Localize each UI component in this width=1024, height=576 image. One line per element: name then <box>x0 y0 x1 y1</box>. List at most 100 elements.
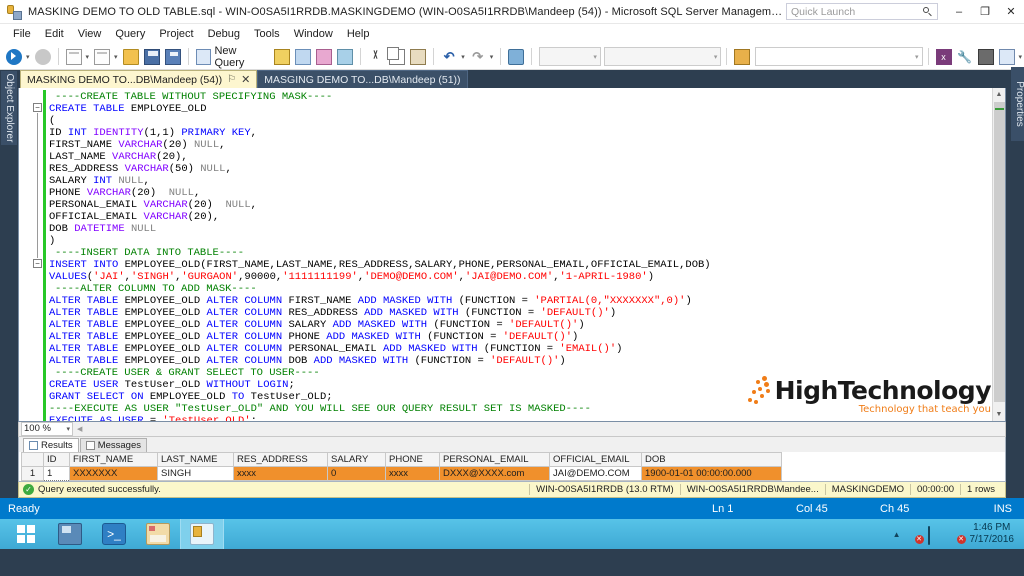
table-cell[interactable]: 1 <box>43 465 70 481</box>
available-databases-combo[interactable]: ▾ <box>603 47 722 66</box>
analysis-services-mdx-button[interactable] <box>293 46 313 68</box>
masked-cell[interactable]: DXXX@XXXX.com <box>439 465 550 481</box>
masked-cell[interactable]: 0 <box>327 465 386 481</box>
start-button[interactable] <box>4 519 48 549</box>
toolbox-button[interactable] <box>976 46 996 68</box>
sql-editor-pane[interactable]: − − ----CREATE TABLE WITHOUT SPECIFYING … <box>18 88 1006 422</box>
menu-item-project[interactable]: Project <box>152 25 200 43</box>
save-button[interactable] <box>142 46 162 68</box>
copy-button[interactable] <box>387 46 407 68</box>
properties-tab-label[interactable]: Properties <box>1011 67 1024 141</box>
scrollbar-thumb[interactable] <box>994 102 1005 402</box>
window-layout-button[interactable]: ▾ <box>997 46 1024 68</box>
column-header[interactable]: FIRST_NAME <box>69 451 158 467</box>
menu-item-query[interactable]: Query <box>108 25 152 43</box>
column-header[interactable]: LAST_NAME <box>157 451 234 467</box>
masked-cell[interactable]: XXXXXXX <box>69 465 158 481</box>
editor-vertical-scrollbar[interactable]: ▲ ▼ <box>992 88 1005 421</box>
menu-item-tools[interactable]: Tools <box>247 25 287 43</box>
table-cell[interactable]: JAI@DEMO.COM <box>549 465 642 481</box>
scroll-up-icon[interactable]: ▲ <box>993 88 1005 101</box>
tab-messages[interactable]: Messages <box>79 437 147 452</box>
table-row[interactable]: 1 1 XXXXXXX SINGH xxxx 0 xxxx DXXX@XXXX.com JAI@… <box>21 465 782 481</box>
navigate-forward-button[interactable] <box>33 46 53 68</box>
column-header[interactable]: PHONE <box>385 451 440 467</box>
menu-item-edit[interactable]: Edit <box>38 25 71 43</box>
masked-cell[interactable]: xxxx <box>385 465 440 481</box>
editor-outline-column[interactable]: − − <box>31 88 43 421</box>
pin-icon[interactable]: ⚐ <box>227 74 236 85</box>
taskbar-item-file-explorer[interactable] <box>136 519 180 549</box>
close-button[interactable]: ✕ <box>998 1 1024 23</box>
row-select-header[interactable] <box>21 451 44 467</box>
column-header[interactable]: ID <box>43 451 70 467</box>
new-item-icon <box>94 48 111 65</box>
menu-item-help[interactable]: Help <box>340 25 377 43</box>
scroll-down-icon[interactable]: ▼ <box>993 407 1005 421</box>
window-controls: – ❐ ✕ <box>946 1 1024 23</box>
new-item-button[interactable]: ▾ <box>92 46 120 68</box>
properties-dock[interactable]: Properties <box>1006 67 1024 498</box>
taskbar-clock[interactable]: 1:46 PM 7/17/2016 <box>970 522 1019 546</box>
minimize-button[interactable]: – <box>946 1 972 23</box>
document-tab-active[interactable]: MASKING DEMO TO...DB\Mandeep (54)) ⚐ ✕ <box>20 70 258 88</box>
new-query-button[interactable]: New Query <box>194 45 272 69</box>
column-header[interactable]: SALARY <box>327 451 386 467</box>
code-line: ALTER TABLE EMPLOYEE_OLD ALTER COLUMN PH… <box>49 331 579 343</box>
undo-button[interactable]: ↶ ▾ <box>439 46 467 68</box>
close-icon[interactable]: ✕ <box>241 73 250 86</box>
object-explorer-tab-label[interactable]: Object Explorer <box>1 71 17 145</box>
analysis-services-xmla-button[interactable] <box>335 46 355 68</box>
redo-button[interactable]: ↷ ▾ <box>468 46 496 68</box>
column-header[interactable]: OFFICIAL_EMAIL <box>549 451 642 467</box>
fold-toggle-icon[interactable]: − <box>33 259 42 268</box>
volume-icon[interactable]: ✕ <box>907 527 924 544</box>
results-grid[interactable]: ID FIRST_NAME LAST_NAME RES_ADDRESS SALARY PH… <box>21 451 782 481</box>
database-selector-combo[interactable]: ▾ <box>539 47 601 66</box>
menu-item-window[interactable]: Window <box>287 25 340 43</box>
fold-toggle-icon[interactable]: − <box>33 103 42 112</box>
table-cell[interactable]: SINGH <box>157 465 234 481</box>
tab-results[interactable]: Results <box>23 437 79 452</box>
results-to-grid-button[interactable]: x <box>934 46 954 68</box>
database-engine-query-button[interactable] <box>272 46 292 68</box>
execute-query-button[interactable] <box>506 46 526 68</box>
object-explorer-dock[interactable]: Object Explorer <box>0 70 18 498</box>
menu-item-file[interactable]: File <box>6 25 38 43</box>
column-header[interactable]: DOB <box>641 451 782 467</box>
code-line: ----ALTER COLUMN TO ADD MASK---- <box>55 283 257 295</box>
scroll-left-icon[interactable]: ◀ <box>73 425 86 433</box>
restore-button[interactable]: ❐ <box>972 1 998 23</box>
show-hidden-icons-button[interactable]: ▲ <box>893 530 901 539</box>
column-header[interactable]: RES_ADDRESS <box>233 451 328 467</box>
save-all-button[interactable] <box>163 46 183 68</box>
code-line: LAST_NAME VARCHAR(20), <box>49 151 188 163</box>
action-center-flag-icon[interactable]: ✕ <box>949 527 966 544</box>
menu-item-debug[interactable]: Debug <box>201 25 247 43</box>
toolbar-db-combo[interactable]: ▾ <box>755 47 923 66</box>
taskbar-item-ssms[interactable] <box>180 519 224 549</box>
menu-bar: File Edit View Query Project Debug Tools… <box>0 24 1024 44</box>
document-tab-inactive[interactable]: MASGING DEMO TO...DB\Mandeep (51)) <box>257 70 468 88</box>
editor-horizontal-scrollbar[interactable]: ◀ <box>73 421 1005 436</box>
quick-launch-input[interactable]: Quick Launch <box>786 3 938 20</box>
masked-cell[interactable]: xxxx <box>233 465 328 481</box>
navigate-back-button[interactable]: ▾ <box>4 46 32 68</box>
taskbar-item-server-manager[interactable] <box>48 519 92 549</box>
network-icon[interactable] <box>927 525 943 545</box>
paste-button[interactable] <box>408 46 428 68</box>
analysis-services-dmx-button[interactable] <box>314 46 334 68</box>
menu-item-view[interactable]: View <box>71 25 109 43</box>
column-header[interactable]: PERSONAL_EMAIL <box>439 451 550 467</box>
taskbar-item-powershell[interactable]: >_ <box>92 519 136 549</box>
options-button[interactable]: 🔧 <box>955 46 975 68</box>
open-file-button[interactable] <box>121 46 141 68</box>
new-project-button[interactable]: ▾ <box>64 46 92 68</box>
masked-cell[interactable]: 1900-01-01 00:00:00.000 <box>641 465 782 481</box>
object-explorer-button[interactable] <box>732 46 752 68</box>
cut-button[interactable] <box>366 46 386 68</box>
sql-code-text[interactable]: ----CREATE TABLE WITHOUT SPECIFYING MASK… <box>46 88 1005 421</box>
zoom-level-combo[interactable]: 100 % ▾ <box>21 421 73 436</box>
code-line: ( <box>49 115 56 127</box>
row-header-cell[interactable]: 1 <box>21 465 44 481</box>
